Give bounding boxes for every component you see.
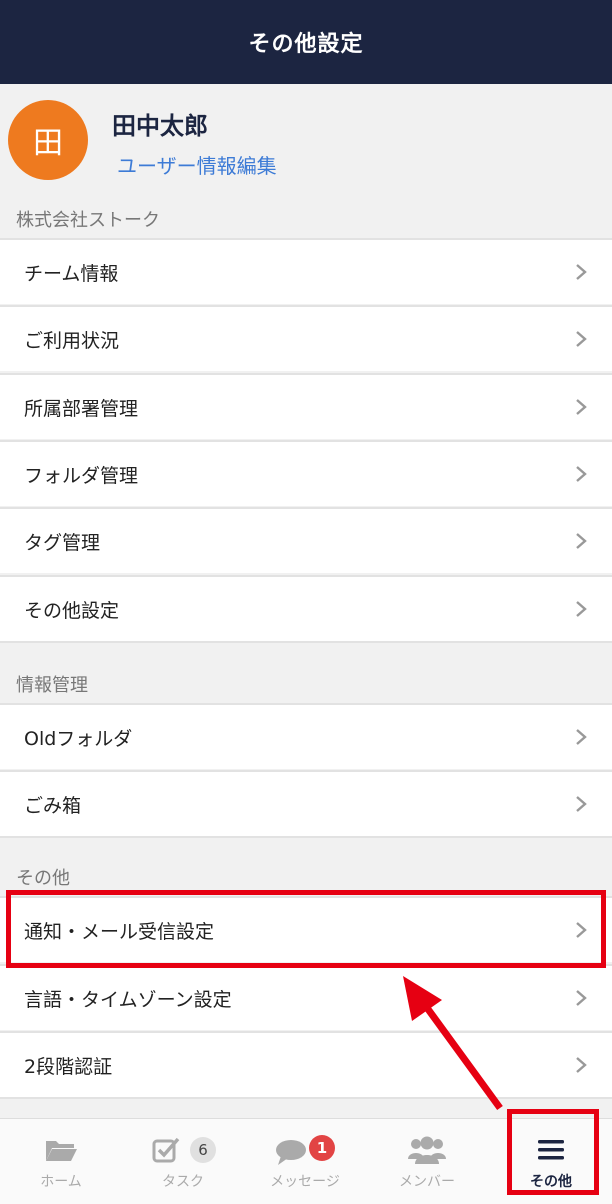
chevron-right-icon xyxy=(576,796,587,812)
chat-icon xyxy=(276,1140,306,1165)
tab-members[interactable]: メンバー xyxy=(366,1119,488,1204)
app-header: その他設定 xyxy=(0,0,612,84)
menu-item-usage[interactable]: ご利用状況 xyxy=(0,305,612,371)
edit-user-link[interactable]: ユーザー情報編集 xyxy=(117,150,277,179)
user-name: 田中太郎 xyxy=(112,112,208,140)
chevron-right-icon xyxy=(576,990,587,1006)
section-label-info: 情報管理 xyxy=(16,675,88,696)
tab-other[interactable]: その他 xyxy=(490,1119,612,1204)
section-label-company: 株式会社ストーク xyxy=(16,210,160,231)
tab-label: メンバー xyxy=(399,1174,455,1190)
menu-item-two-factor[interactable]: 2段階認証 xyxy=(0,1031,612,1099)
menu-item-old-folder[interactable]: Oldフォルダ xyxy=(0,703,612,769)
chevron-right-icon xyxy=(576,922,587,938)
task-count-badge: 6 xyxy=(190,1137,216,1163)
section-label-other: その他 xyxy=(16,868,70,889)
menu-item-tag[interactable]: タグ管理 xyxy=(0,507,612,573)
checkbox-icon xyxy=(152,1137,180,1163)
menu-item-trash[interactable]: ごみ箱 xyxy=(0,770,612,838)
menu-item-label: 2段階認証 xyxy=(24,1055,113,1078)
tab-label: メッセージ xyxy=(270,1174,340,1190)
avatar[interactable]: 田 xyxy=(8,100,88,180)
menu-item-label: タグ管理 xyxy=(24,531,101,554)
menu-item-label: 通知・メール受信設定 xyxy=(24,920,215,943)
menu-item-label: その他設定 xyxy=(24,599,120,622)
profile-area: 田 田中太郎 ユーザー情報編集 xyxy=(0,84,612,198)
menu-item-label: 言語・タイムゾーン設定 xyxy=(24,988,232,1011)
members-icon xyxy=(408,1136,446,1164)
menu-item-folder[interactable]: フォルダ管理 xyxy=(0,440,612,506)
message-alert-badge: 1 xyxy=(309,1135,335,1161)
menu-item-label: Oldフォルダ xyxy=(24,727,133,750)
avatar-glyph: 田 xyxy=(33,126,63,161)
menu-item-notification[interactable]: 通知・メール受信設定 xyxy=(0,896,612,962)
folder-icon xyxy=(46,1141,77,1161)
menu-item-department[interactable]: 所属部署管理 xyxy=(0,373,612,439)
tab-label: タスク xyxy=(162,1174,204,1190)
chevron-right-icon xyxy=(576,533,587,549)
menu-item-team-info[interactable]: チーム情報 xyxy=(0,238,612,304)
page-title: その他設定 xyxy=(248,32,364,57)
tab-label: ホーム xyxy=(40,1174,82,1190)
bottom-tab-bar: ホーム 6 タスク 1 メッセージ メンバー その他 xyxy=(0,1118,612,1204)
tab-label: その他 xyxy=(530,1174,572,1190)
chevron-right-icon xyxy=(576,399,587,415)
menu-item-other-settings[interactable]: その他設定 xyxy=(0,575,612,643)
tab-message[interactable]: 1 メッセージ xyxy=(244,1119,366,1204)
tab-home[interactable]: ホーム xyxy=(0,1119,122,1204)
chevron-right-icon xyxy=(576,331,587,347)
chevron-right-icon xyxy=(576,601,587,617)
menu-item-label: ご利用状況 xyxy=(24,329,120,352)
tab-task[interactable]: 6 タスク xyxy=(122,1119,244,1204)
menu-item-language[interactable]: 言語・タイムゾーン設定 xyxy=(0,964,612,1030)
chevron-right-icon xyxy=(576,264,587,280)
menu-item-label: フォルダ管理 xyxy=(24,464,139,487)
chevron-right-icon xyxy=(576,729,587,745)
menu-item-label: 所属部署管理 xyxy=(24,397,139,420)
menu-icon xyxy=(538,1140,564,1160)
menu-item-label: チーム情報 xyxy=(24,262,119,285)
chevron-right-icon xyxy=(576,1057,587,1073)
chevron-right-icon xyxy=(576,466,587,482)
menu-item-label: ごみ箱 xyxy=(24,794,82,817)
